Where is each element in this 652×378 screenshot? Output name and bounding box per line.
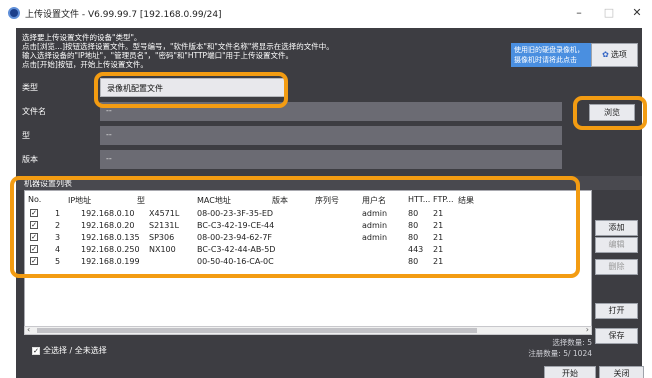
options-label: 选项 [610, 50, 627, 59]
cell-model: X4571L [149, 209, 180, 218]
legacy-device-notice[interactable]: 使用旧的硬盘录像机，摄像机时请将此点击 [511, 43, 591, 67]
cell-mac: BC-C3-42-19-CE-44 [197, 221, 275, 230]
type-label: 类型 [22, 83, 38, 92]
main-panel: 选择要上传设置文件的设备"类型"。 点击[浏览...]按钮选择设置文件。型号编号… [16, 28, 644, 378]
version-label: 版本 [22, 155, 38, 164]
cell-no: 4 [55, 245, 61, 254]
window-title: 上传设置文件 - V6.99.99.7 [192.168.0.99/24] [25, 10, 222, 20]
filename-field: -- [100, 102, 562, 121]
cell-http: 80 [408, 257, 419, 266]
column-header-http[interactable]: HTT... [408, 195, 430, 204]
cell-no: 3 [55, 233, 61, 242]
add-button[interactable]: 添加 [595, 220, 638, 236]
cell-http: 80 [408, 221, 419, 230]
cell-no: 1 [55, 209, 61, 218]
cell-no: 5 [55, 257, 61, 266]
start-button[interactable]: 开始 [544, 366, 596, 378]
cell-mac: 00-50-40-16-CA-0C [197, 257, 274, 266]
cell-mac: BC-C3-42-44-AB-5D [197, 245, 276, 254]
scroll-left-icon[interactable]: ‹ [27, 325, 30, 334]
cell-ftp: 21 [433, 257, 444, 266]
column-header-model[interactable]: 型 [137, 195, 145, 206]
model-row: 型 -- [16, 124, 642, 147]
edit-button[interactable]: 编辑 [595, 237, 638, 253]
table-row[interactable]: ✓ 5 192.168.0.199 00-50-40-16-CA-0C 80 2… [25, 257, 591, 269]
cell-ip: 192.168.0.10 [81, 209, 135, 218]
cell-ftp: 21 [433, 245, 444, 254]
cell-username: admin [362, 221, 388, 230]
cell-ftp: 21 [433, 209, 444, 218]
registered-count: 注册数量: 5/ 1024 [528, 349, 592, 358]
delete-button[interactable]: 删除 [595, 259, 638, 275]
instruction-line: 点击[开始]按钮，开始上传设置文件。 [22, 60, 148, 69]
options-button[interactable]: ✿ 选项 [591, 43, 638, 67]
filename-row: 文件名 -- [16, 100, 642, 123]
cell-http: 80 [408, 209, 419, 218]
row-checkbox[interactable]: ✓ [30, 233, 38, 241]
close-button[interactable]: 关闭 [599, 366, 644, 378]
scrollbar-thumb[interactable] [37, 328, 477, 333]
cell-http: 80 [408, 233, 419, 242]
type-select[interactable]: 录像机配置文件 [100, 78, 285, 97]
cell-model: SP306 [149, 233, 175, 242]
maximize-button[interactable]: □ [594, 3, 624, 23]
minimize-button[interactable]: – [564, 3, 594, 23]
cell-model: S2131L [149, 221, 179, 230]
cell-ip: 192.168.0.135 [81, 233, 140, 242]
column-header-serial[interactable]: 序列号 [315, 195, 339, 206]
type-row: 类型 录像机配置文件 [16, 76, 642, 99]
open-button[interactable]: 打开 [595, 303, 638, 319]
cell-mac: 08-00-23-94-62-7F [197, 233, 273, 242]
table-row[interactable]: ✓ 2 192.168.0.20 S2131L BC-C3-42-19-CE-4… [25, 221, 591, 233]
row-checkbox[interactable]: ✓ [30, 257, 38, 265]
column-header-version[interactable]: 版本 [272, 195, 288, 206]
table-row[interactable]: ✓ 1 192.168.0.10 X4571L 08-00-23-3F-35-E… [25, 209, 591, 221]
column-header-ip[interactable]: IP地址 [68, 195, 91, 206]
row-checkbox[interactable]: ✓ [30, 245, 38, 253]
cell-no: 2 [55, 221, 61, 230]
cell-ftp: 21 [433, 221, 444, 230]
row-checkbox[interactable]: ✓ [30, 209, 38, 217]
selection-counts: 选择数量: 5 注册数量: 5/ 1024 [528, 337, 592, 359]
column-header-ftp[interactable]: FTP... [433, 195, 454, 204]
title-bar: 上传设置文件 - V6.99.99.7 [192.168.0.99/24] – … [0, 0, 652, 26]
column-header-no[interactable]: No. [28, 195, 41, 204]
cell-ftp: 21 [433, 233, 444, 242]
column-header-username[interactable]: 用户名 [362, 195, 386, 206]
select-all-label: 全选择 / 全未选择 [43, 346, 107, 355]
cell-ip: 192.168.0.20 [81, 221, 135, 230]
browse-button[interactable]: 浏览 [589, 104, 635, 121]
selected-count: 选择数量: 5 [552, 338, 592, 347]
device-list-title: 机器设置列表 [24, 179, 72, 188]
horizontal-scrollbar[interactable]: ‹ › [24, 325, 592, 335]
instructions-panel: 选择要上传设置文件的设备"类型"。 点击[浏览...]按钮选择设置文件。型号编号… [16, 28, 642, 76]
column-header-mac[interactable]: MAC地址 [197, 195, 231, 206]
cell-ip: 192.168.0.199 [81, 257, 140, 266]
cell-http: 443 [408, 245, 424, 254]
version-field: -- [100, 150, 562, 169]
table-row[interactable]: ✓ 3 192.168.0.135 SP306 08-00-23-94-62-7… [25, 233, 591, 245]
cell-username: admin [362, 233, 388, 242]
model-field: -- [100, 126, 562, 145]
device-list-header: 机器设置列表 [16, 176, 642, 190]
row-checkbox[interactable]: ✓ [30, 221, 38, 229]
version-row: 版本 -- [16, 148, 642, 171]
app-icon [8, 7, 20, 19]
table-row[interactable]: ✓ 4 192.168.0.250 NX100 BC-C3-42-44-AB-5… [25, 245, 591, 257]
select-all-checkbox[interactable]: ✓ [32, 347, 40, 355]
column-header-result[interactable]: 结果 [458, 195, 474, 206]
save-button[interactable]: 保存 [595, 328, 638, 344]
scroll-right-icon[interactable]: › [586, 325, 589, 334]
device-table: No. IP地址 型 MAC地址 版本 序列号 用户名 HTT... FTP..… [24, 190, 592, 334]
cell-username: admin [362, 209, 388, 218]
cell-mac: 08-00-23-3F-35-ED [197, 209, 274, 218]
model-label: 型 [22, 131, 30, 140]
close-window-button[interactable]: ✕ [622, 3, 652, 23]
select-all-toggle[interactable]: ✓ 全选择 / 全未选择 [32, 345, 107, 356]
gear-icon: ✿ [602, 50, 609, 59]
filename-label: 文件名 [22, 107, 46, 116]
cell-ip: 192.168.0.250 [81, 245, 140, 254]
cell-model: NX100 [149, 245, 176, 254]
